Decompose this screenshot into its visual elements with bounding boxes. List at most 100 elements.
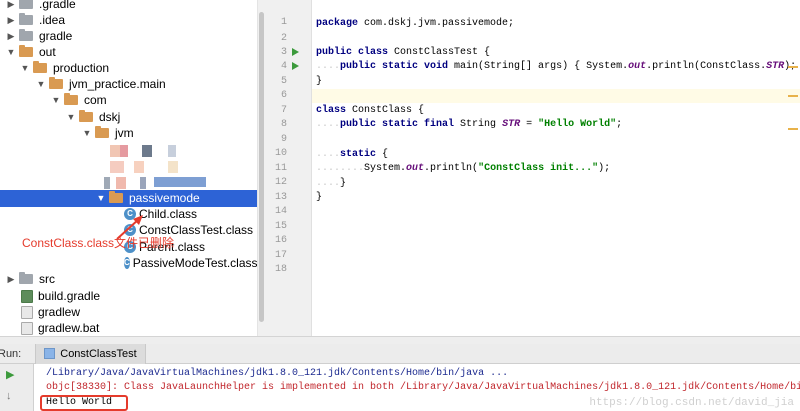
tree-item-label: dskj	[99, 110, 121, 125]
scroll-down-icon[interactable]: ↓	[6, 390, 12, 402]
line-number: 2	[280, 33, 287, 44]
tree-item-gradle-dir[interactable]: ▶ .gradle	[0, 0, 257, 13]
tree-item-idea[interactable]: ▶ .idea	[0, 12, 257, 29]
line-number: 3	[280, 47, 287, 58]
tree-item-label: jvm	[115, 126, 134, 141]
warning-marker[interactable]	[788, 95, 798, 97]
collapse-arrow-icon[interactable]: ▼	[51, 95, 61, 105]
code-line: }	[316, 76, 323, 87]
line-number: 7	[280, 105, 287, 116]
redaction-block	[110, 161, 124, 173]
tree-item-passivemode[interactable]: ▼ passivemode	[0, 190, 257, 207]
expand-arrow-icon[interactable]: ▶	[6, 274, 16, 285]
code-line: }	[316, 192, 323, 203]
editor-gutter: 1 2 3 4 5 6 7 8 9 10 11 12 13 14 15 16 1…	[265, 0, 312, 336]
gradle-file-icon	[21, 289, 33, 303]
rerun-icon[interactable]: ▶	[6, 368, 14, 381]
tree-item-out[interactable]: ▼ out	[0, 44, 257, 61]
highlight-box	[40, 395, 128, 411]
tree-item-src[interactable]: ▶ src	[0, 271, 257, 288]
tree-item-gradlew-bat[interactable]: gradlew.bat	[0, 320, 257, 336]
code-line: package com.dskj.jvm.passivemode;	[316, 18, 515, 29]
watermark: https://blog.csdn.net/david_jia	[589, 397, 794, 409]
redaction-block	[154, 177, 206, 187]
line-number: 13	[274, 192, 287, 203]
run-config-icon	[44, 348, 56, 359]
line-number: 8	[280, 119, 287, 130]
tree-item-build-gradle[interactable]: build.gradle	[0, 288, 257, 305]
code-line: class ConstClass {	[316, 105, 425, 116]
run-gutter-icon[interactable]	[292, 62, 299, 70]
expand-arrow-icon[interactable]: ▶	[6, 15, 16, 26]
folder-icon	[109, 191, 123, 204]
tree-item-jvm[interactable]: ▼ jvm	[0, 125, 257, 142]
code-editor[interactable]: package com.dskj.jvm.passivemode; public…	[312, 0, 800, 336]
collapse-arrow-icon[interactable]: ▼	[20, 63, 30, 73]
tree-item-label: .gradle	[39, 0, 76, 12]
console-line: objc[38330]: Class JavaLaunchHelper is i…	[46, 382, 800, 393]
tree-item-jvm-practice-main[interactable]: ▼ jvm_practice.main	[0, 76, 257, 93]
line-number: 6	[280, 90, 287, 101]
folder-icon	[19, 272, 33, 285]
line-number: 4	[280, 61, 287, 72]
tree-item-production[interactable]: ▼ production	[0, 60, 257, 77]
redaction-block	[168, 145, 176, 157]
ide-window: ▶ .gradle ▶ .idea ▶ gradle ▼ out ▼ produ…	[0, 0, 800, 411]
tree-item-label: src	[39, 272, 55, 287]
line-number: 16	[274, 235, 287, 246]
run-tab-label: ConstClassTest	[60, 347, 137, 360]
redaction-block	[116, 177, 126, 189]
tree-item-com[interactable]: ▼ com	[0, 92, 257, 109]
tree-item-passivemodetest-class[interactable]: C PassiveModeTest.class	[0, 255, 257, 272]
tree-item-label: gradle	[39, 29, 73, 44]
collapse-arrow-icon[interactable]: ▼	[6, 47, 16, 57]
tree-item-label: passivemode	[129, 191, 200, 206]
project-tree[interactable]: ▶ .gradle ▶ .idea ▶ gradle ▼ out ▼ produ…	[0, 0, 257, 336]
expand-arrow-icon[interactable]: ▶	[6, 0, 16, 10]
folder-icon	[19, 45, 33, 58]
collapse-arrow-icon[interactable]: ▼	[96, 193, 106, 203]
folder-icon	[33, 61, 47, 74]
line-number: 10	[274, 148, 287, 159]
folder-icon	[79, 110, 93, 123]
folder-icon	[95, 126, 109, 139]
collapse-arrow-icon[interactable]: ▼	[66, 112, 76, 122]
folder-icon	[19, 13, 33, 26]
line-number: 12	[274, 177, 287, 188]
tree-item-gradlew[interactable]: gradlew	[0, 304, 257, 321]
warning-marker[interactable]	[788, 128, 798, 130]
expand-arrow-icon[interactable]: ▶	[6, 31, 16, 42]
code-line: ....static {	[316, 149, 389, 160]
tree-item-label: gradlew.bat	[38, 321, 100, 336]
tree-item-label: out	[39, 45, 56, 60]
folder-icon	[19, 0, 33, 10]
redaction-block	[120, 145, 128, 157]
tree-item-label: build.gradle	[38, 289, 101, 304]
line-number: 11	[274, 163, 287, 174]
folder-icon	[49, 77, 63, 90]
tree-item-dskj[interactable]: ▼ dskj	[0, 109, 257, 126]
warning-marker[interactable]	[788, 66, 798, 68]
console-output[interactable]: /Library/Java/JavaVirtualMachines/jdk1.8…	[35, 364, 800, 411]
run-gutter-icon[interactable]	[292, 48, 299, 56]
line-number: 14	[274, 206, 287, 217]
line-number: 17	[274, 250, 287, 261]
tree-scrollbar[interactable]	[257, 0, 265, 336]
tree-item-label: .idea	[39, 13, 66, 28]
folder-icon	[64, 93, 78, 106]
folder-icon	[19, 29, 33, 42]
line-number: 5	[280, 76, 287, 87]
code-line: ....public static final String STR = "He…	[316, 119, 623, 130]
code-line: ....}	[316, 178, 347, 189]
run-side-toolbar: ▶ ↓	[0, 364, 34, 411]
code-line: ....public static void main(String[] arg…	[316, 61, 796, 72]
tree-item-gradle[interactable]: ▶ gradle	[0, 28, 257, 45]
redaction-block	[104, 177, 110, 189]
tree-item-label: jvm_practice.main	[69, 77, 166, 92]
scrollbar-thumb[interactable]	[259, 12, 264, 322]
collapse-arrow-icon[interactable]: ▼	[82, 128, 92, 138]
tree-item-label: gradlew	[38, 305, 81, 320]
collapse-arrow-icon[interactable]: ▼	[36, 79, 46, 89]
run-tab[interactable]: ConstClassTest	[35, 343, 146, 364]
file-icon	[21, 305, 33, 319]
